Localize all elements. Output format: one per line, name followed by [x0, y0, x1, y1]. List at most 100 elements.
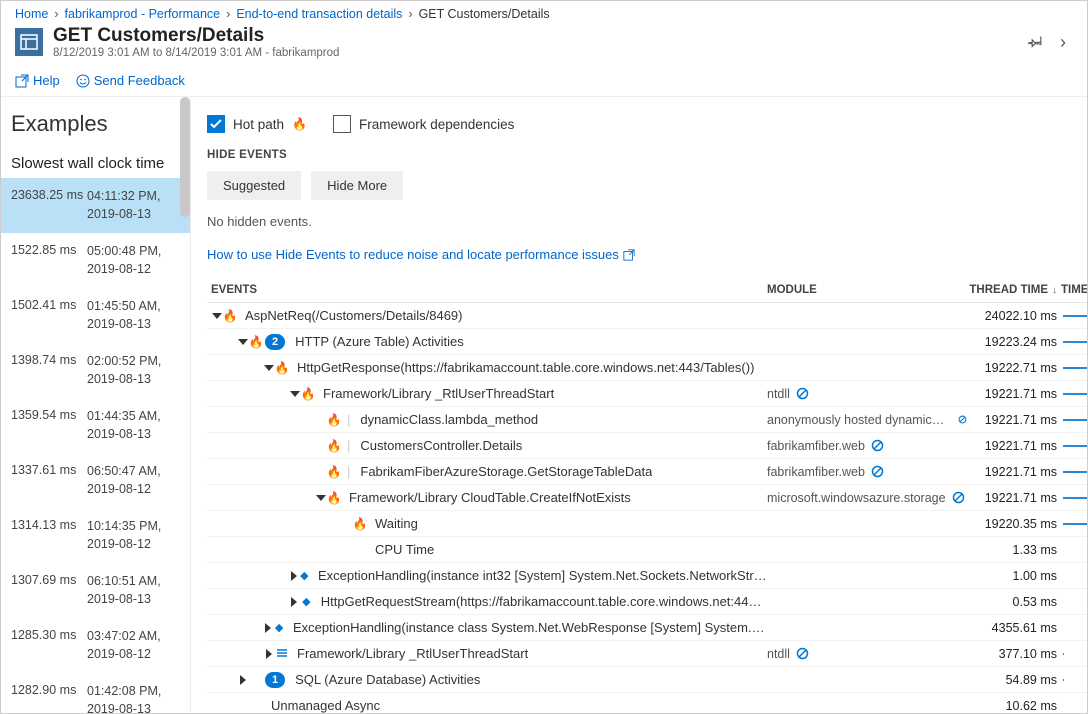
event-label: HttpGetResponse(https://fabrikamaccount.… [291, 360, 754, 375]
example-item[interactable]: 1359.54 ms01:44:35 AM,2019-08-13 [1, 398, 190, 453]
examples-heading: Examples [1, 97, 190, 155]
expand-icon[interactable] [263, 623, 273, 633]
example-timestamp: 06:10:51 AM,2019-08-13 [87, 573, 161, 608]
crumb-e2e[interactable]: End-to-end transaction details [236, 7, 402, 21]
event-row[interactable]: 🔥Framework/Library CloudTable.CreateIfNo… [207, 485, 1087, 511]
expand-icon[interactable] [237, 675, 249, 685]
fire-icon: 🔥 [327, 439, 342, 453]
event-label: HttpGetRequestStream(https://fabrikamacc… [315, 594, 767, 609]
event-timeline-bar [1057, 653, 1087, 655]
event-row[interactable]: 🔥2HTTP (Azure Table) Activities19223.24 … [207, 329, 1087, 355]
event-time: 19223.24 ms [967, 335, 1057, 349]
event-row[interactable]: 1SQL (Azure Database) Activities54.89 ms [207, 667, 1087, 693]
col-timeline[interactable]: TIMELI [1057, 284, 1087, 296]
example-item[interactable]: 23638.25 ms04:11:32 PM,2019-08-13 [1, 178, 190, 233]
collapse-icon[interactable] [289, 391, 301, 397]
event-label: SQL (Azure Database) Activities [289, 672, 480, 687]
example-duration: 1502.41 ms [11, 298, 87, 333]
fire-icon: 🔥 [249, 335, 264, 349]
event-time: 19221.71 ms [967, 491, 1057, 505]
chevron-right-icon: › [226, 7, 230, 21]
event-label: AspNetReq(/Customers/Details/8469) [239, 308, 462, 323]
scrollbar[interactable] [178, 97, 190, 713]
hide-more-button[interactable]: Hide More [311, 171, 403, 200]
event-row[interactable]: 🔥|CustomersController.Detailsfabrikamfib… [207, 433, 1087, 459]
event-timeline-bar [1057, 679, 1087, 681]
event-timeline-bar [1057, 315, 1087, 317]
hide-icon[interactable] [796, 647, 809, 660]
event-label: Waiting [369, 516, 418, 531]
col-events[interactable]: EVENTS [207, 284, 767, 296]
event-label: ExceptionHandling(instance class System.… [287, 620, 767, 635]
toolbar: Help Send Feedback [1, 65, 1087, 97]
framework-checkbox[interactable]: Framework dependencies [333, 115, 514, 133]
hide-icon[interactable] [871, 439, 884, 452]
pin-icon[interactable] [1025, 33, 1045, 51]
event-row[interactable]: ◆ ExceptionHandling(instance class System… [207, 615, 1087, 641]
col-thread-time[interactable]: THREAD TIME↓ [967, 284, 1057, 296]
help-link[interactable]: Help [15, 73, 60, 88]
example-item[interactable]: 1502.41 ms01:45:50 AM,2019-08-13 [1, 288, 190, 343]
event-row[interactable]: Framework/Library _RtlUserThreadStartntd… [207, 641, 1087, 667]
example-duration: 1359.54 ms [11, 408, 87, 443]
suggested-button[interactable]: Suggested [207, 171, 301, 200]
event-timeline-bar [1057, 523, 1087, 525]
event-timeline-bar [1057, 445, 1087, 447]
event-row[interactable]: 🔥HttpGetResponse(https://fabrikamaccount… [207, 355, 1087, 381]
example-item[interactable]: 1398.74 ms02:00:52 PM,2019-08-13 [1, 343, 190, 398]
event-label: ExceptionHandling(instance int32 [System… [312, 568, 767, 583]
example-duration: 1398.74 ms [11, 353, 87, 388]
example-duration: 1282.90 ms [11, 683, 87, 713]
hide-icon[interactable] [958, 413, 967, 426]
event-timeline-bar [1057, 367, 1087, 369]
collapse-icon[interactable] [237, 339, 249, 345]
example-item[interactable]: 1307.69 ms06:10:51 AM,2019-08-13 [1, 563, 190, 618]
example-timestamp: 04:11:32 PM,2019-08-13 [87, 188, 160, 223]
event-label: Framework/Library CloudTable.CreateIfNot… [343, 490, 631, 505]
hide-icon[interactable] [796, 387, 809, 400]
expand-icon[interactable] [289, 597, 300, 607]
event-row[interactable]: 🔥|dynamicClass.lambda_methodanonymously … [207, 407, 1087, 433]
expand-icon[interactable] [263, 649, 275, 659]
fire-icon: 🔥 [292, 117, 307, 131]
collapse-icon[interactable] [263, 365, 275, 371]
example-timestamp: 01:45:50 AM,2019-08-13 [87, 298, 161, 333]
collapse-icon[interactable] [211, 313, 223, 319]
example-item[interactable]: 1285.30 ms03:47:02 AM,2019-08-12 [1, 618, 190, 673]
col-module[interactable]: MODULE [767, 284, 967, 296]
event-time: 19221.71 ms [967, 413, 1057, 427]
event-timeline-bar [1057, 393, 1087, 395]
event-row[interactable]: ◆ ExceptionHandling(instance int32 [Syste… [207, 563, 1087, 589]
feedback-link[interactable]: Send Feedback [76, 73, 185, 88]
event-time: 1.33 ms [967, 543, 1057, 557]
page-subtitle: 8/12/2019 3:01 AM to 8/14/2019 3:01 AM -… [53, 47, 339, 59]
diamond-icon: ◆ [275, 621, 283, 634]
event-time: 4355.61 ms [967, 621, 1057, 635]
example-item[interactable]: 1282.90 ms01:42:08 PM,2019-08-13 [1, 673, 190, 713]
event-row[interactable]: 🔥|FabrikamFiberAzureStorage.GetStorageTa… [207, 459, 1087, 485]
hot-path-checkbox[interactable]: Hot path 🔥 [207, 115, 307, 133]
example-item[interactable]: 1337.61 ms06:50:47 AM,2019-08-12 [1, 453, 190, 508]
example-item[interactable]: 1314.13 ms10:14:35 PM,2019-08-12 [1, 508, 190, 563]
event-row[interactable]: Unmanaged Async10.62 ms [207, 693, 1087, 713]
event-time: 19222.71 ms [967, 361, 1057, 375]
event-time: 19221.71 ms [967, 439, 1057, 453]
chevron-right-icon[interactable]: › [1053, 32, 1073, 53]
crumb-resource[interactable]: fabrikamprod - Performance [65, 7, 221, 21]
example-item[interactable]: 1522.85 ms05:00:48 PM,2019-08-12 [1, 233, 190, 288]
event-label: Unmanaged Async [265, 698, 380, 713]
expand-icon[interactable] [289, 571, 299, 581]
event-row[interactable]: 🔥Framework/Library _RtlUserThreadStartnt… [207, 381, 1087, 407]
event-row[interactable]: CPU Time1.33 ms [207, 537, 1087, 563]
chevron-right-icon: › [54, 7, 58, 21]
event-row[interactable]: ◆HttpGetRequestStream(https://fabrikamac… [207, 589, 1087, 615]
event-row[interactable]: 🔥AspNetReq(/Customers/Details/8469)24022… [207, 303, 1087, 329]
event-row[interactable]: 🔥Waiting19220.35 ms [207, 511, 1087, 537]
smile-icon [76, 74, 90, 88]
how-to-link[interactable]: How to use Hide Events to reduce noise a… [207, 247, 1087, 262]
hide-icon[interactable] [871, 465, 884, 478]
collapse-icon[interactable] [315, 495, 327, 501]
diamond-icon: ◆ [300, 569, 308, 582]
crumb-home[interactable]: Home [15, 7, 48, 21]
hide-icon[interactable] [952, 491, 965, 504]
